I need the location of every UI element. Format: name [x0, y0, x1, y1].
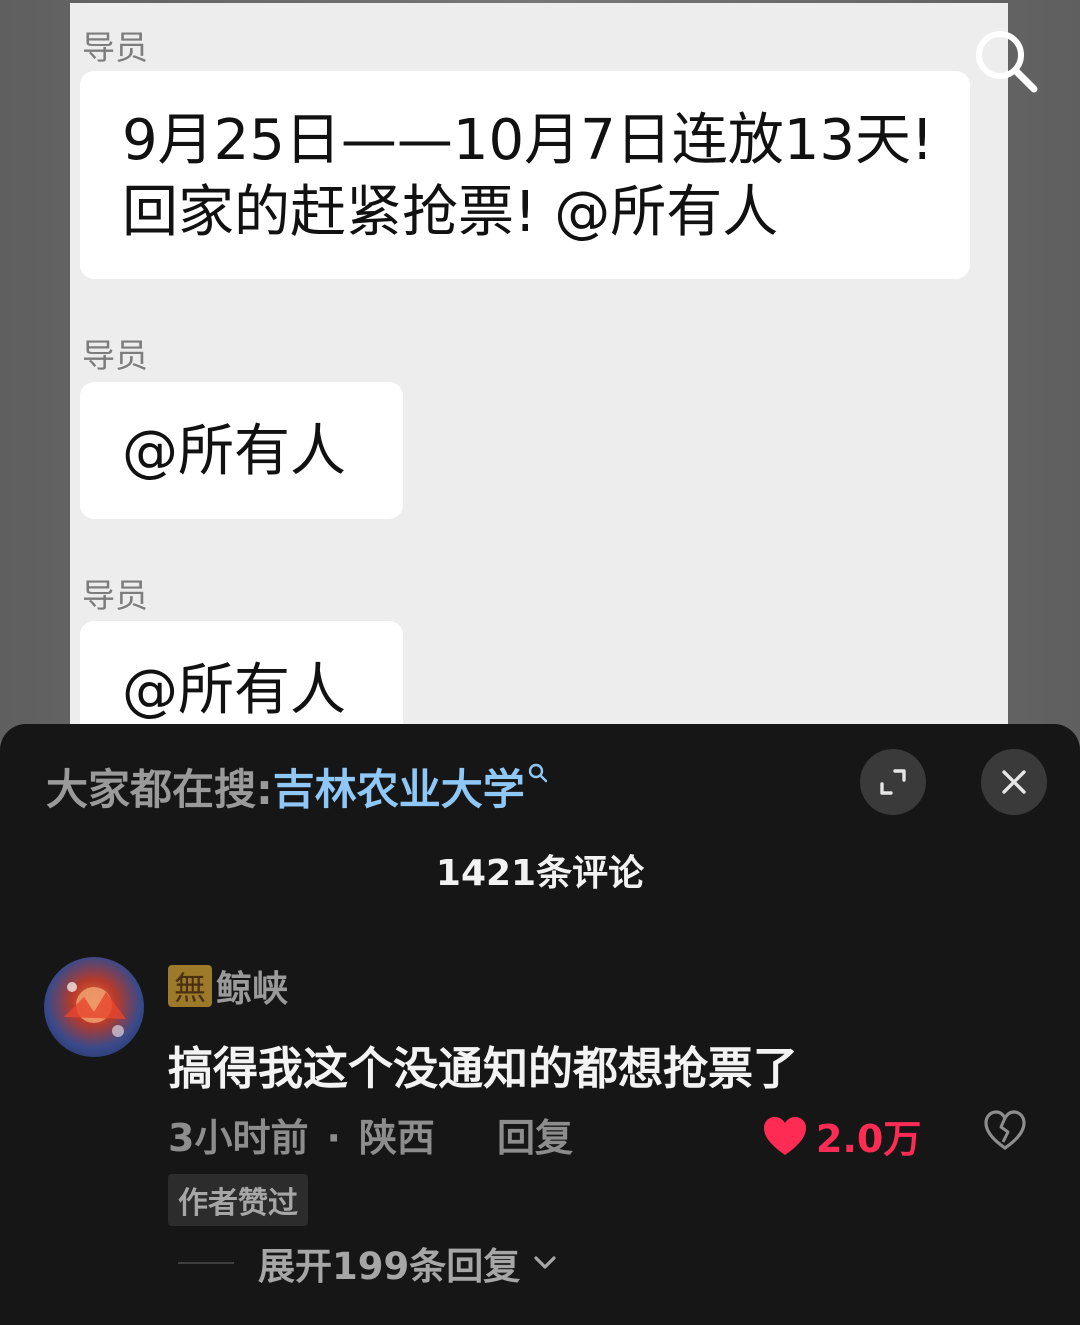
- avatar[interactable]: [44, 957, 144, 1057]
- comments-sheet: 大家都在搜:吉林农业大学 1421条评论 無 鲸峡 搞得我这个没通知的都想抢票了…: [0, 724, 1080, 1325]
- message-line: 9月25日——10月7日连放13天!: [122, 108, 934, 173]
- comment-time: 3小时前: [168, 1116, 309, 1160]
- fullscreen-button[interactable]: [860, 749, 926, 815]
- fullscreen-icon: [880, 769, 906, 795]
- broken-heart-icon: [984, 1110, 1026, 1150]
- like-button[interactable]: 2.0万: [762, 1108, 921, 1163]
- comment-location: 陕西: [358, 1116, 435, 1160]
- comment-meta: 3小时前 · 陕西: [168, 1107, 435, 1162]
- close-button[interactable]: [981, 749, 1047, 815]
- expand-replies-button[interactable]: 展开199条回复: [178, 1236, 562, 1290]
- heart-icon: [764, 1116, 806, 1155]
- close-icon: [1002, 770, 1026, 794]
- comment-author[interactable]: 無 鲸峡: [168, 964, 288, 1010]
- message-bubble: 9月25日——10月7日连放13天! 回家的赶紧抢票! @所有人: [80, 71, 970, 279]
- comment-count: 1421条评论: [435, 853, 645, 894]
- message-sender: 导员: [82, 336, 148, 375]
- message-line: @所有人: [122, 658, 346, 723]
- username[interactable]: 鲸峡: [216, 960, 288, 1012]
- hot-search-bar[interactable]: 大家都在搜:吉林农业大学: [46, 756, 549, 817]
- like-count: 2.0万: [816, 1117, 922, 1161]
- chevron-down-icon: [534, 1256, 556, 1269]
- hot-search-prefix: 大家都在搜:: [46, 765, 273, 814]
- user-badge: 無: [168, 965, 212, 1007]
- reply-button[interactable]: 回复: [497, 1107, 573, 1162]
- message-line: @所有人: [122, 419, 346, 484]
- dislike-button[interactable]: [984, 1110, 1026, 1154]
- message-bubble: @所有人: [80, 382, 403, 519]
- search-icon[interactable]: [970, 25, 1042, 97]
- expand-replies-label: 展开199条回复: [258, 1245, 521, 1288]
- author-liked-tag: 作者赞过: [168, 1174, 308, 1226]
- hot-search-keyword[interactable]: 吉林农业大学: [273, 765, 525, 814]
- search-icon: [528, 763, 548, 783]
- divider: [178, 1262, 234, 1264]
- comment-text: 搞得我这个没通知的都想抢票了: [168, 1042, 799, 1095]
- message-sender: 导员: [82, 28, 148, 67]
- meta-separator: ·: [326, 1116, 341, 1160]
- message-line: 回家的赶紧抢票! @所有人: [122, 180, 779, 245]
- chat-screenshot: 导员 9月25日——10月7日连放13天! 回家的赶紧抢票! @所有人 导员 @…: [70, 3, 1008, 761]
- message-sender: 导员: [82, 576, 148, 615]
